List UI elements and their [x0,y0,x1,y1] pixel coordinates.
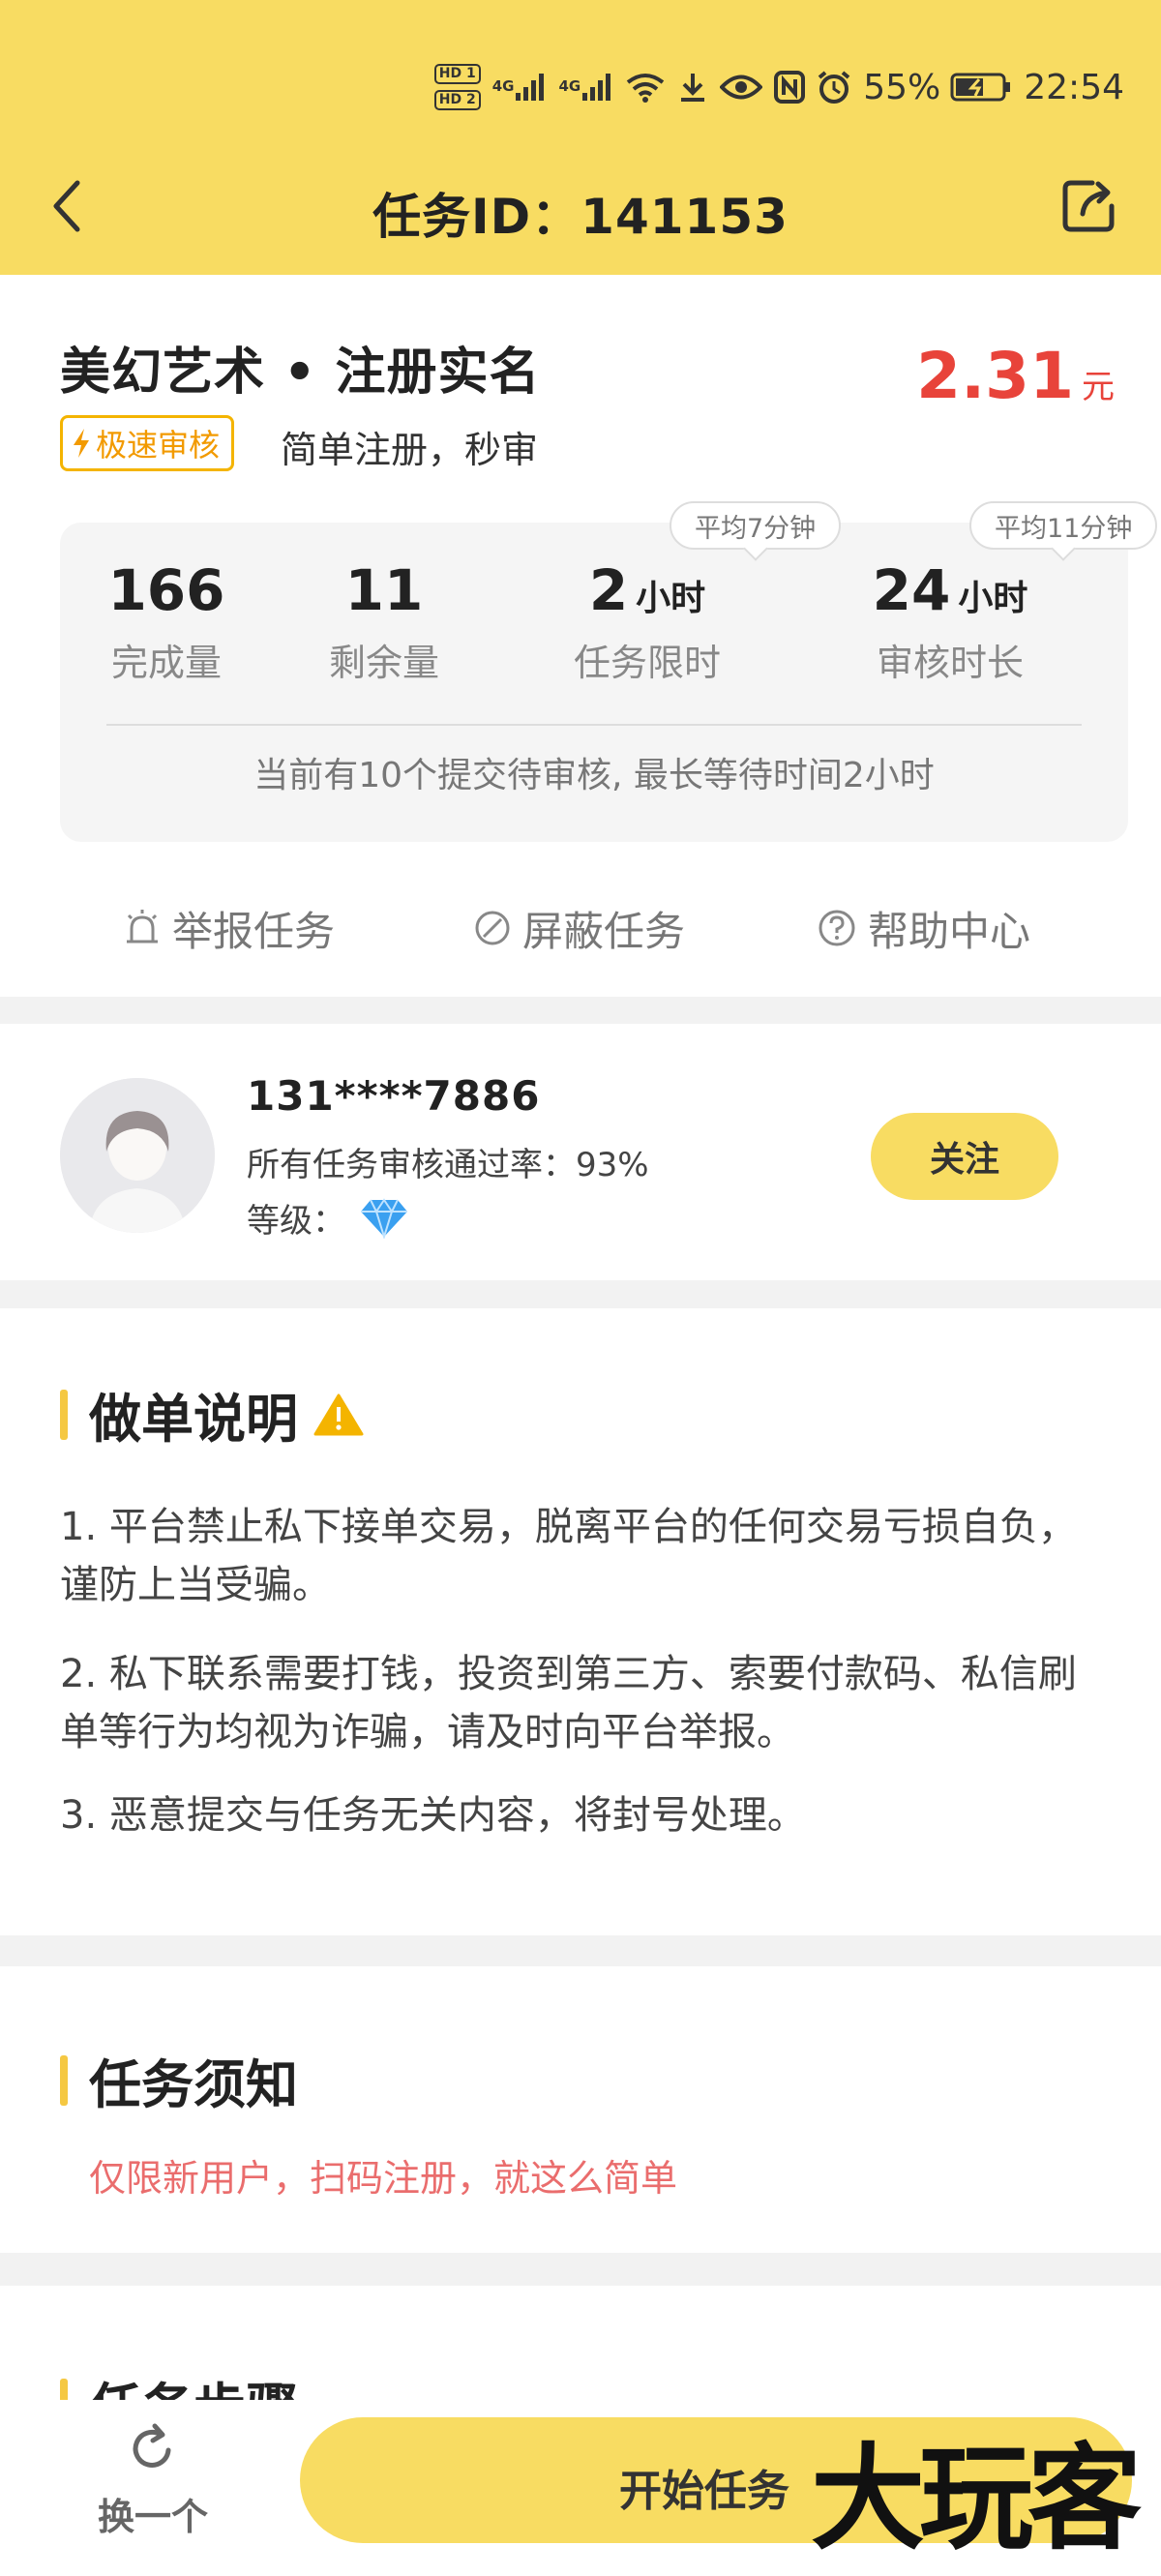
network-2-label: 4G [558,77,581,95]
start-task-label: 开始任务 [619,2467,789,2516]
publisher-phone: 131****7886 [247,1072,541,1120]
stat-label: 审核时长 [876,642,1024,684]
task-subtitle: 简单注册，秒审 [281,429,539,471]
stat-value: 2 [588,557,629,623]
stat-label: 剩余量 [328,642,439,684]
wifi-icon [625,71,666,104]
watermark-logo: 大玩客 [811,2431,1142,2565]
hd2-badge: HD 2 [433,90,481,110]
stat-review-duration: 24 小时 审核时长 [810,557,1090,686]
status-bar: HD 1 HD 2 4G 4G 55% 22:54 [433,53,1161,121]
rule-item: 1. 平台禁止私下接单交易，脱离平台的任何交易亏损自负，谨防上当受骗。 [60,1505,1077,1607]
task-card: 美幻艺术 • 注册实名 2.31 元 极速审核 简单注册，秒审 166 完成量 … [0,275,1161,997]
battery-percent: 55% [863,67,941,107]
hd-indicators: HD 1 HD 2 [433,64,481,110]
action-label: 屏蔽任务 [522,907,686,955]
stats-panel: 166 完成量 11 剩余量 2 小时 任务限时 24 小时 审核时长 平均7分钟 … [60,501,1158,842]
page-title: 任务ID：141153 [372,189,789,245]
warning-icon [313,1393,364,1437]
follow-button[interactable]: 关注 [871,1113,1058,1200]
nfc-icon [774,71,806,104]
avg-time-tooltip: 平均7分钟 [670,501,842,550]
stat-unit: 小时 [958,579,1028,618]
header: HD 1 HD 2 4G 4G 55% 22:54 任务ID：141153 [0,0,1161,275]
fast-review-badge: 极速审核 [60,415,235,471]
price-value: 2.31 [916,339,1074,413]
instructions-card: 做单说明 1. 平台禁止私下接单交易，脱离平台的任何交易亏损自负，谨防上当受骗。… [0,1308,1161,1935]
badge-label: 极速审核 [96,427,221,464]
price: 2.31 元 [916,339,1115,413]
avg-review-tooltip: 平均11分钟 [969,501,1158,550]
level-label: 等级： [247,1202,345,1241]
task-actions: 举报任务 屏蔽任务 帮助中心 [0,894,1161,962]
instructions-heading: 做单说明 [60,1376,364,1453]
switch-label: 换一个 [97,2496,208,2538]
notice-heading: 任务须知 [60,2042,298,2118]
clock-time: 22:54 [1024,67,1124,107]
signal-2-icon: 4G [558,72,613,103]
stat-remaining: 11 剩余量 [278,557,491,686]
heading-bar [60,2054,68,2106]
share-button[interactable] [1055,174,1122,242]
task-title: 美幻艺术 • 注册实名 [60,344,541,402]
stat-label: 完成量 [110,642,222,684]
block-icon [474,910,511,946]
pass-rate: 所有任务审核通过率：93% [247,1146,649,1184]
notice-text: 仅限新用户，扫码注册，就这么简单 [89,2157,678,2200]
help-icon [818,909,856,947]
avatar[interactable] [60,1078,215,1233]
stats-divider [106,724,1082,726]
alarm-bell-icon [124,908,161,948]
stat-value: 24 [872,557,951,623]
rule-item: 2. 私下联系需要打钱，投资到第三方、索要付款码、私信刷单等行为均视为诈骗，请及… [60,1652,1077,1754]
notice-card: 任务须知 仅限新用户，扫码注册，就这么简单 [0,1966,1161,2253]
signal-1-icon: 4G [492,72,548,103]
stat-time-limit: 2 小时 任务限时 [507,557,788,686]
share-icon [1059,177,1117,239]
eye-icon [720,73,763,102]
nav-bar: 任务ID：141153 [0,165,1161,252]
stat-completed: 166 完成量 [60,557,273,686]
publisher-level: 等级： [247,1194,409,1242]
lightning-icon [71,427,92,460]
publisher-card: 131****7886 所有任务审核通过率：93% 等级： 关注 [0,1024,1161,1280]
switch-task-button[interactable]: 换一个 [66,2421,240,2547]
diamond-icon [359,1197,409,1239]
section-title: 任务须知 [89,2054,298,2115]
stat-label: 任务限时 [573,642,721,684]
section-title: 做单说明 [89,1389,298,1450]
rule-item: 3. 恶意提交与任务无关内容，将封号处理。 [60,1793,806,1838]
price-unit: 元 [1082,368,1115,406]
heading-bar [60,1389,68,1440]
battery-icon [950,72,1012,103]
stat-value: 11 [344,557,424,623]
hd1-badge: HD 1 [433,64,481,84]
action-label: 举报任务 [172,907,336,955]
network-1-label: 4G [491,77,515,95]
stat-unit: 小时 [636,579,706,618]
refresh-icon [126,2421,180,2479]
block-task-button[interactable]: 屏蔽任务 [474,894,685,962]
action-label: 帮助中心 [868,907,1031,955]
queue-note: 当前有10个提交待审核, 最长等待时间2小时 [253,756,935,795]
report-task-button[interactable]: 举报任务 [124,894,335,962]
alarm-icon [817,70,851,105]
stat-value: 166 [107,557,225,623]
download-icon [677,71,708,104]
help-center-button[interactable]: 帮助中心 [818,894,1030,962]
